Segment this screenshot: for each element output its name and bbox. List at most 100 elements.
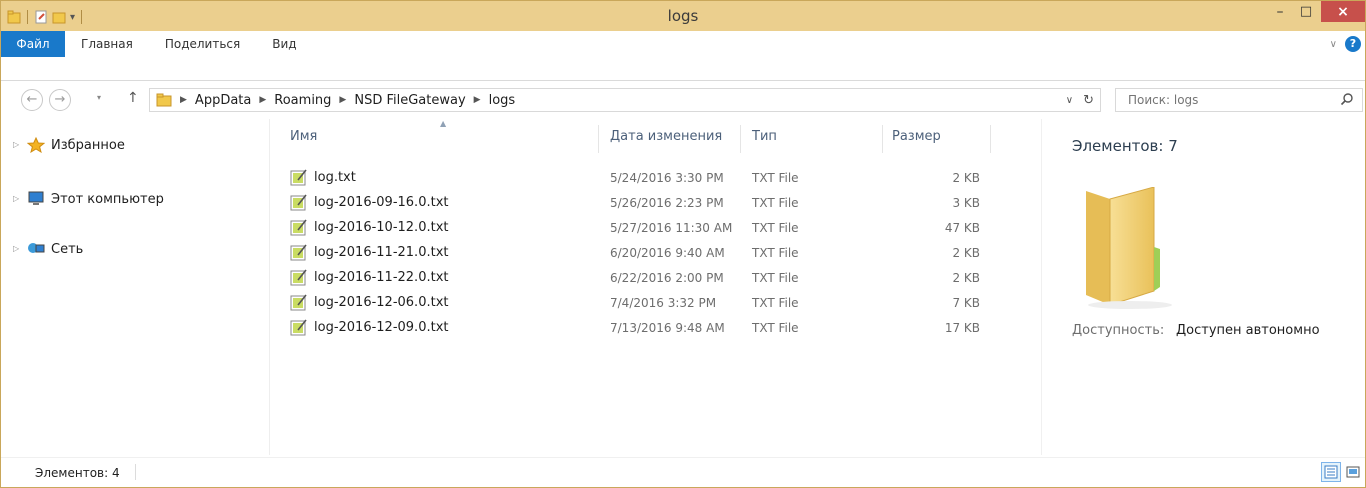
file-name: log-2016-11-21.0.txt <box>314 244 449 260</box>
up-arrow-icon[interactable]: ↑ <box>127 90 139 106</box>
network-icon <box>28 243 45 253</box>
nav-item-network[interactable]: ▷ Сеть <box>13 239 83 259</box>
column-header-type[interactable]: Тип <box>752 129 777 144</box>
file-size: 3 KB <box>952 196 980 210</box>
table-row[interactable]: log.txt 5/24/2016 3:30 PM TXT File 2 KB <box>282 167 1012 189</box>
file-name-cell: log.txt <box>290 168 356 186</box>
breadcrumb-roaming[interactable]: Roaming <box>274 93 331 108</box>
new-folder-icon[interactable] <box>52 10 66 24</box>
file-size: 47 KB <box>944 221 980 235</box>
table-row[interactable]: log-2016-10-12.0.txt 5/27/2016 11:30 AM … <box>282 217 1012 239</box>
nav-item-favorites[interactable]: ▷ Избранное <box>13 135 125 155</box>
file-type: TXT File <box>752 296 799 310</box>
table-row[interactable]: log-2016-12-06.0.txt 7/4/2016 3:32 PM TX… <box>282 292 1012 314</box>
minimize-button[interactable]: – <box>1267 1 1293 22</box>
toolbar-separator <box>27 10 28 24</box>
status-bar: Элементов: 4 <box>1 457 1365 487</box>
expand-caret-icon[interactable]: ▷ <box>13 244 19 253</box>
column-header-name[interactable]: Имя <box>290 129 317 144</box>
availability-label: Доступность: <box>1072 323 1165 338</box>
tab-view[interactable]: Вид <box>256 31 312 57</box>
breadcrumb-separator: ▶ <box>339 95 347 105</box>
address-bar[interactable]: ▶ AppData ▶ Roaming ▶ NSD FileGateway ▶ … <box>149 88 1101 112</box>
file-date: 5/24/2016 3:30 PM <box>610 171 724 185</box>
file-type: TXT File <box>752 196 799 210</box>
nav-item-this-pc[interactable]: ▷ Этот компьютер <box>13 189 164 209</box>
search-box[interactable] <box>1115 88 1363 112</box>
properties-icon[interactable] <box>34 10 48 24</box>
recent-locations-icon[interactable]: ▾ <box>97 93 101 102</box>
expand-caret-icon[interactable]: ▷ <box>13 140 19 149</box>
maximize-button[interactable]: □ <box>1293 1 1319 22</box>
tab-share[interactable]: Поделиться <box>149 31 256 57</box>
ribbon-right-controls: ∨ ? <box>1330 36 1361 52</box>
file-name: log-2016-12-09.0.txt <box>314 319 449 335</box>
column-header-size[interactable]: Размер <box>892 129 941 144</box>
large-folder-icon <box>1086 187 1172 309</box>
close-button[interactable]: × <box>1321 1 1365 22</box>
column-separator[interactable] <box>990 125 991 153</box>
breadcrumb-separator: ▶ <box>259 95 267 105</box>
file-name-cell: log-2016-11-22.0.txt <box>290 268 448 286</box>
file-name-cell: log-2016-12-06.0.txt <box>290 293 448 311</box>
file-size: 17 KB <box>944 321 980 335</box>
expand-caret-icon[interactable]: ▷ <box>13 194 19 203</box>
search-icon[interactable] <box>1340 92 1354 106</box>
forward-button[interactable]: → <box>49 89 71 111</box>
quick-access-toolbar: ▾ <box>7 8 84 26</box>
column-header-date[interactable]: Дата изменения <box>610 129 722 144</box>
breadcrumb-separator: ▶ <box>473 95 481 105</box>
window-title: logs <box>667 7 699 25</box>
file-size: 2 KB <box>952 246 980 260</box>
table-row[interactable]: log-2016-09-16.0.txt 5/26/2016 2:23 PM T… <box>282 192 1012 214</box>
file-size: 2 KB <box>952 271 980 285</box>
tab-file[interactable]: Файл <box>1 31 65 57</box>
file-date: 6/22/2016 2:00 PM <box>610 271 724 285</box>
nav-item-label: Избранное <box>51 137 125 153</box>
explorer-window: ▾ logs – □ × Файл Главная Поделиться Вид… <box>0 0 1366 488</box>
customize-toolbar-icon[interactable]: ▾ <box>70 12 75 23</box>
help-icon[interactable]: ? <box>1345 36 1361 52</box>
table-row[interactable]: log-2016-12-09.0.txt 7/13/2016 9:48 AM T… <box>282 317 1012 339</box>
address-history-icon[interactable]: ∨ <box>1066 95 1073 106</box>
status-item-count: Элементов: 4 <box>35 466 120 480</box>
large-icons-view-button[interactable] <box>1343 462 1363 482</box>
text-file-icon <box>290 269 307 286</box>
table-row[interactable]: log-2016-11-22.0.txt 6/22/2016 2:00 PM T… <box>282 267 1012 289</box>
folder-icon[interactable] <box>7 10 21 24</box>
back-button[interactable]: ← <box>21 89 43 111</box>
column-separator[interactable] <box>598 125 599 153</box>
file-type: TXT File <box>752 171 799 185</box>
file-name-cell: log-2016-11-21.0.txt <box>290 243 448 261</box>
forward-arrow-icon: → <box>54 92 66 107</box>
nav-item-label: Этот компьютер <box>51 191 164 207</box>
details-view-button[interactable] <box>1321 462 1341 482</box>
details-pane: Элементов: 7 Доступность: Доступен автон… <box>1041 119 1365 455</box>
table-row[interactable]: log-2016-11-21.0.txt 6/20/2016 9:40 AM T… <box>282 242 1012 264</box>
column-separator[interactable] <box>740 125 741 153</box>
details-view-icon <box>1324 465 1338 479</box>
minimize-icon: – <box>1276 3 1284 20</box>
file-name-cell: log-2016-09-16.0.txt <box>290 193 448 211</box>
address-tools: ∨ ↻ <box>1066 89 1100 111</box>
availability-value: Доступен автономно <box>1176 323 1320 338</box>
file-date: 7/13/2016 9:48 AM <box>610 321 725 335</box>
file-name-cell: log-2016-10-12.0.txt <box>290 218 448 236</box>
file-name: log-2016-12-06.0.txt <box>314 294 449 310</box>
column-separator[interactable] <box>882 125 883 153</box>
breadcrumb-logs[interactable]: logs <box>489 93 516 108</box>
file-list: ▲ Имя Дата изменения Тип Размер log.txt … <box>269 119 1041 455</box>
file-name: log.txt <box>314 169 356 185</box>
refresh-icon[interactable]: ↻ <box>1083 93 1094 108</box>
search-input[interactable] <box>1128 93 1328 107</box>
toolbar-separator <box>81 10 83 24</box>
tab-home[interactable]: Главная <box>65 31 149 57</box>
file-date: 5/26/2016 2:23 PM <box>610 196 724 210</box>
file-name: log-2016-09-16.0.txt <box>314 194 449 210</box>
view-switcher <box>1321 462 1363 482</box>
breadcrumb-nsd-filegateway[interactable]: NSD FileGateway <box>354 93 465 108</box>
details-item-count: Элементов: 7 <box>1072 137 1178 155</box>
breadcrumb-appdata[interactable]: AppData <box>195 93 251 108</box>
text-file-icon <box>290 319 307 336</box>
expand-ribbon-icon[interactable]: ∨ <box>1330 39 1337 50</box>
